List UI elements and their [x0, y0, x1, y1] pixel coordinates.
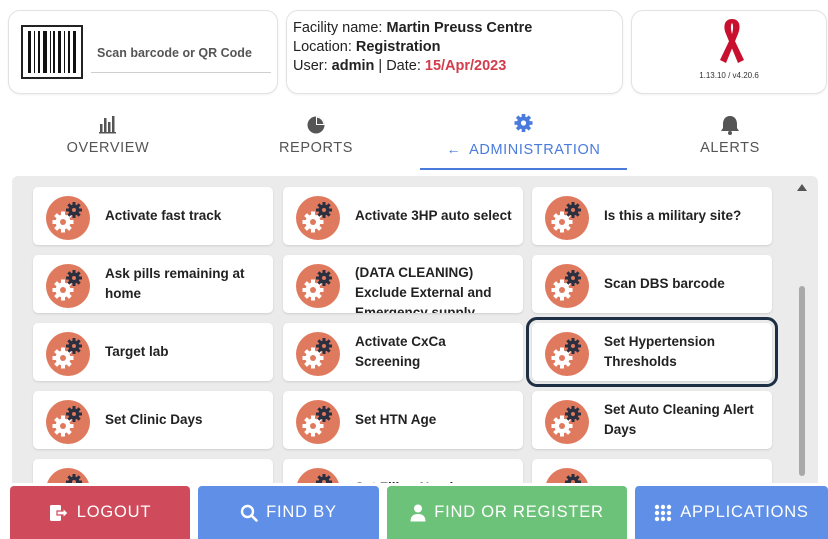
logout-icon	[49, 504, 69, 521]
gears-icon	[45, 195, 91, 241]
tab-reports-label: REPORTS	[278, 140, 354, 156]
settings-tile-label: (DATA CLEANING) Exclude External and Eme…	[355, 265, 492, 313]
logout-button[interactable]: LOGOUT	[10, 486, 190, 539]
settings-tile-label: Set Auto Cleaning Alert Days	[604, 402, 754, 437]
scan-card	[8, 10, 278, 94]
tab-overview-label: OVERVIEW	[66, 140, 150, 156]
location-label: Location:	[293, 39, 356, 55]
gears-icon	[295, 263, 341, 309]
tab-reports[interactable]: REPORTS	[256, 106, 376, 170]
gears-icon	[45, 331, 91, 377]
gears-icon	[544, 195, 590, 241]
settings-tile-label: Set Hypertension Thresholds	[604, 334, 716, 369]
logout-label: LOGOUT	[76, 503, 152, 521]
gears-icon	[544, 263, 590, 309]
gears-icon	[295, 331, 341, 377]
settings-tile-label: Scan DBS barcode	[604, 276, 725, 291]
location-value: Registration	[355, 39, 441, 55]
tab-alerts-label: ALERTS	[700, 140, 760, 156]
red-ribbon-logo	[720, 19, 744, 63]
panel-scrollbar[interactable]	[796, 182, 810, 478]
find-by-button[interactable]: FIND BY	[198, 486, 379, 539]
find-or-register-label: FIND OR REGISTER	[434, 503, 604, 521]
gears-icon	[45, 467, 91, 483]
settings-tile-label: Set Clinic Days	[105, 412, 203, 427]
bell-icon	[721, 116, 739, 135]
search-icon	[240, 504, 258, 522]
scan-input[interactable]	[91, 33, 271, 73]
scroll-thumb[interactable]	[799, 286, 805, 476]
settings-tile[interactable]: Activate fast track	[33, 187, 273, 245]
version-text: 1.13.10 / v4.20.6	[699, 71, 759, 80]
settings-tile[interactable]: Set Auto Cleaning Alert Days	[532, 391, 772, 449]
settings-tile[interactable]	[532, 459, 772, 483]
settings-tile-label: Set HTN Age	[355, 412, 437, 427]
applications-button[interactable]: APPLICATIONS	[635, 486, 828, 539]
gears-icon	[295, 467, 341, 483]
settings-tile[interactable]: Is this a military site?	[532, 187, 772, 245]
settings-tile-label: Ask pills remaining at home	[105, 266, 245, 301]
tab-administration-label: ← ADMINISTRATION	[420, 141, 627, 158]
settings-tile[interactable]: Set HTN Age	[283, 391, 523, 449]
facility-name: Martin Preuss Centre	[386, 20, 533, 36]
user-icon	[410, 504, 426, 521]
settings-tile[interactable]: Activate CxCa Screening	[283, 323, 523, 381]
settings-tile-label: Activate fast track	[105, 208, 222, 223]
settings-tile[interactable]: Target lab	[33, 323, 273, 381]
user-label: User:	[293, 58, 332, 74]
find-or-register-button[interactable]: FIND OR REGISTER	[387, 486, 627, 539]
settings-tile-label: Target lab	[105, 344, 169, 359]
user-line: User: admin | Date: 15/Apr/2023	[293, 57, 532, 76]
settings-panel[interactable]: Activate fast track Activate 3HP auto sel…	[12, 176, 818, 483]
pie-chart-icon	[307, 116, 325, 134]
gear-icon	[514, 114, 533, 132]
settings-tile[interactable]: Activate 3HP auto select	[283, 187, 523, 245]
gears-icon	[295, 399, 341, 445]
tab-administration-text: ADMINISTRATION	[469, 142, 601, 158]
settings-tile[interactable]: Set Filing Numbers	[283, 459, 523, 483]
settings-tile-label: Set Filing Numbers	[355, 478, 513, 483]
applications-label: APPLICATIONS	[680, 503, 809, 521]
user-value: admin	[331, 58, 375, 74]
app-root: Facility name: Martin Preuss Centre Loca…	[0, 0, 828, 539]
gears-icon	[544, 399, 590, 445]
facility-name-label: Facility name:	[293, 20, 387, 36]
settings-tile-label: Is this a military site?	[604, 208, 742, 223]
gears-icon	[45, 399, 91, 445]
location-line: Location: Registration	[293, 38, 532, 57]
grid-icon	[655, 504, 672, 521]
gears-icon	[45, 263, 91, 309]
date-value: 15/Apr/2023	[424, 58, 507, 74]
tab-overview[interactable]: OVERVIEW	[48, 106, 168, 170]
settings-tile[interactable]: Ask pills remaining at home	[33, 255, 273, 313]
tab-alerts[interactable]: ALERTS	[670, 106, 790, 170]
date-label: | Date:	[374, 58, 425, 74]
logo-card: 1.13.10 / v4.20.6	[631, 10, 827, 94]
find-by-label: FIND BY	[266, 503, 337, 521]
barcode-icon	[21, 25, 83, 79]
settings-tile[interactable]	[33, 459, 273, 483]
facility-info-card: Facility name: Martin Preuss Centre Loca…	[286, 10, 623, 94]
settings-tile[interactable]: (DATA CLEANING) Exclude External and Eme…	[283, 255, 523, 313]
bar-chart-icon	[99, 116, 116, 134]
settings-tile-label: Activate 3HP auto select	[355, 208, 512, 223]
tab-administration[interactable]: ← ADMINISTRATION	[420, 106, 627, 170]
scroll-up-arrow-icon[interactable]	[797, 184, 807, 191]
back-arrow-icon[interactable]: ←	[447, 141, 462, 157]
settings-tile-label: Activate CxCa Screening	[355, 334, 446, 369]
gears-icon	[544, 331, 590, 377]
settings-tile[interactable]: Scan DBS barcode	[532, 255, 772, 313]
settings-tile[interactable]: Set Clinic Days	[33, 391, 273, 449]
gears-icon	[295, 195, 341, 241]
settings-tile[interactable]: Set Hypertension Thresholds	[526, 317, 778, 387]
facility-name-line: Facility name: Martin Preuss Centre	[293, 19, 532, 38]
gears-icon	[544, 467, 590, 483]
